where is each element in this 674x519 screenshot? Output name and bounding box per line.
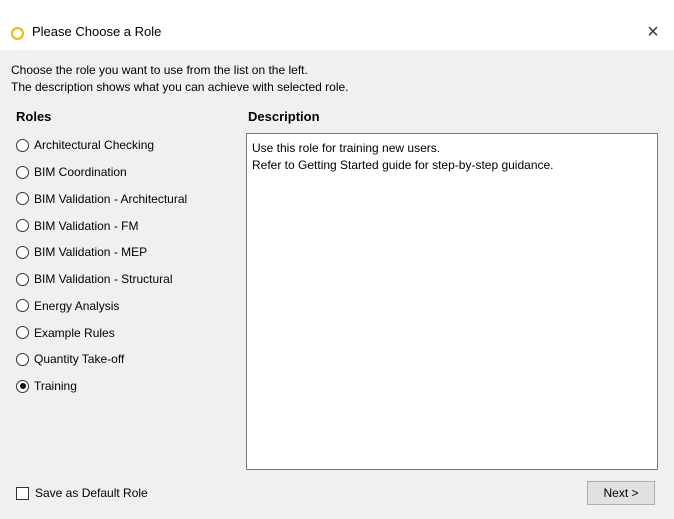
role-label: BIM Validation - FM xyxy=(34,218,139,233)
description-line-1: Use this role for training new users. xyxy=(252,141,441,155)
radio-icon[interactable] xyxy=(16,352,29,366)
radio-icon[interactable] xyxy=(16,326,29,340)
radio-icon[interactable] xyxy=(16,138,29,152)
role-option-architectural-checking[interactable]: Architectural Checking xyxy=(16,132,187,159)
next-button[interactable]: Next > xyxy=(587,481,655,505)
role-label: BIM Validation - MEP xyxy=(34,245,148,260)
role-option-training[interactable]: Training xyxy=(16,373,187,400)
description-heading: Description xyxy=(248,109,320,124)
role-label: BIM Validation - Structural xyxy=(34,272,173,287)
save-default-role-option[interactable]: Save as Default Role xyxy=(16,486,148,500)
radio-icon[interactable] xyxy=(16,165,29,179)
role-label: Energy Analysis xyxy=(34,298,120,313)
radio-icon[interactable] xyxy=(16,245,29,259)
role-option-bim-validation-architectural[interactable]: BIM Validation - Architectural xyxy=(16,186,187,213)
role-label: Example Rules xyxy=(34,325,115,340)
role-label: Training xyxy=(34,379,77,394)
intro-text: Choose the role you want to use from the… xyxy=(11,62,349,96)
radio-icon[interactable] xyxy=(16,272,29,286)
checkbox-icon[interactable] xyxy=(16,486,29,500)
role-option-energy-analysis[interactable]: Energy Analysis xyxy=(16,293,187,320)
role-label: Quantity Take-off xyxy=(34,352,125,367)
save-default-role-label: Save as Default Role xyxy=(35,486,148,500)
role-list: Architectural Checking BIM Coordination … xyxy=(16,132,187,400)
radio-icon[interactable] xyxy=(16,192,29,206)
role-label: Architectural Checking xyxy=(34,138,155,153)
title-bar: Please Choose a Role × xyxy=(0,0,674,50)
description-line-2: Refer to Getting Started guide for step-… xyxy=(252,158,554,172)
radio-icon[interactable] xyxy=(16,219,29,233)
roles-heading: Roles xyxy=(16,109,52,124)
radio-icon[interactable] xyxy=(16,299,29,313)
role-label: BIM Coordination xyxy=(34,165,127,180)
role-label: BIM Validation - Architectural xyxy=(34,191,188,206)
role-option-quantity-take-off[interactable]: Quantity Take-off xyxy=(16,346,187,373)
description-box: Use this role for training new users. Re… xyxy=(246,133,658,470)
window-title: Please Choose a Role xyxy=(32,24,162,39)
close-button[interactable]: × xyxy=(640,19,666,45)
role-option-bim-coordination[interactable]: BIM Coordination xyxy=(16,159,187,186)
role-option-example-rules[interactable]: Example Rules xyxy=(16,319,187,346)
role-option-bim-validation-fm[interactable]: BIM Validation - FM xyxy=(16,212,187,239)
intro-line-2: The description shows what you can achie… xyxy=(11,80,349,94)
circle-logo-icon xyxy=(11,27,24,40)
intro-line-1: Choose the role you want to use from the… xyxy=(11,63,308,77)
role-option-bim-validation-mep[interactable]: BIM Validation - MEP xyxy=(16,239,187,266)
role-dialog: Please Choose a Role × Choose the role y… xyxy=(0,0,674,519)
role-option-bim-validation-structural[interactable]: BIM Validation - Structural xyxy=(16,266,187,293)
radio-selected-icon[interactable] xyxy=(16,379,29,393)
